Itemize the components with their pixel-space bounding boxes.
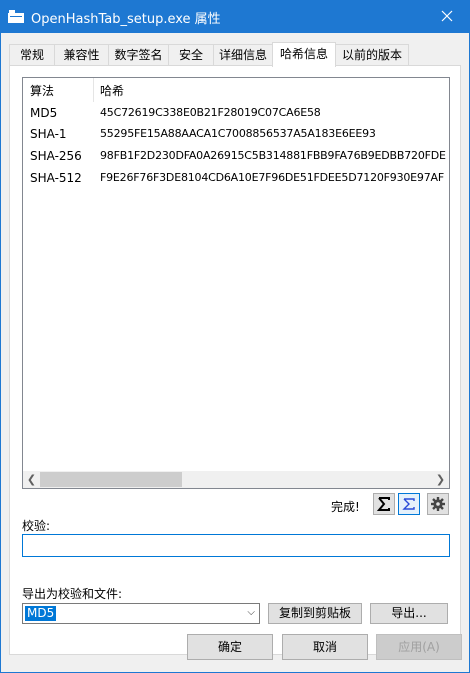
tab-compatibility[interactable]: 兼容性 [54,44,109,66]
algorithm-select-value: MD5 [25,606,57,621]
algorithm-name: MD5 [30,106,58,120]
scroll-left-icon[interactable]: ❮ [23,471,40,488]
hash-list[interactable]: 算法 哈希 MD5 45C72619C338E0B21F28019C07CA6E… [22,77,450,489]
tab-previous-versions[interactable]: 以前的版本 [335,44,409,66]
settings-button[interactable] [427,493,449,515]
cancel-button[interactable]: 取消 [282,634,368,660]
column-algorithm[interactable]: 算法 [30,82,54,99]
hash-row-sha256[interactable]: SHA-256 98FB1F2D230DFA0A26915C5B314881FB… [23,145,449,167]
hash-row-sha512[interactable]: SHA-512 F9E26F76F3DE8104CD6A10E7F96DE51F… [23,167,449,189]
window-body: 常规 兼容性 数字签名 安全 详细信息 哈希信息 以前的版本 算法 哈希 MD5… [0,33,470,673]
hash-value: 98FB1F2D230DFA0A26915C5B314881FBB9FA76B9… [100,149,446,162]
hash-row-sha1[interactable]: SHA-1 55295FE15A88AACA1C7008856537A5A183… [23,123,449,145]
title-bar[interactable]: OpenHashTab_setup.exe 属性 [0,0,470,33]
tab-security[interactable]: 安全 [168,44,214,66]
tab-general[interactable]: 常规 [9,44,55,66]
ok-button[interactable]: 确定 [187,634,273,660]
hash-value: F9E26F76F3DE8104CD6A10E7F96DE51FDEE5D712… [100,171,444,184]
verify-input[interactable] [22,534,450,557]
algorithm-select[interactable]: MD5 ⌵ [22,603,260,624]
tab-digital-signatures[interactable]: 数字签名 [108,44,169,66]
hash-value: 55295FE15A88AACA1C7008856537A5A183E6EE93 [100,127,376,140]
verify-label: 校验: [22,519,51,533]
sum-outline-icon [402,498,415,510]
apply-button[interactable]: 应用(A) [376,634,462,660]
hashes-tab-page: 算法 哈希 MD5 45C72619C338E0B21F28019C07CA6E… [9,65,461,655]
hash-button[interactable] [373,493,395,515]
scrollbar-thumb[interactable] [40,472,182,487]
chevron-down-icon[interactable]: ⌵ [247,607,255,618]
copy-to-clipboard-button[interactable]: 复制到剪贴板 [268,603,362,624]
scroll-right-icon[interactable]: ❯ [432,471,449,488]
close-button[interactable] [424,0,470,33]
app-icon [8,10,24,23]
algorithm-name: SHA-1 [30,127,67,141]
column-hash[interactable]: 哈希 [100,82,124,99]
window-title: OpenHashTab_setup.exe 属性 [31,12,221,27]
gear-icon [431,497,445,511]
status-text: 完成! [331,500,360,514]
sum-icon [376,497,390,511]
tab-details[interactable]: 详细信息 [213,44,273,66]
algorithm-name: SHA-256 [30,149,82,163]
hash-list-header: 算法 哈希 [23,78,449,102]
horizontal-scrollbar[interactable]: ❮ ❯ [23,471,449,488]
algorithm-name: SHA-512 [30,171,82,185]
hash-value: 45C72619C338E0B21F28019C07CA6E58 [100,106,321,119]
close-icon [441,10,453,22]
tab-hashes[interactable]: 哈希信息 [272,42,336,67]
hash-row-md5[interactable]: MD5 45C72619C338E0B21F28019C07CA6E58 [23,102,449,124]
export-button[interactable]: 导出... [370,603,448,624]
column-separator[interactable] [93,78,94,102]
hash-outline-button[interactable] [398,493,420,515]
export-label: 导出为校验和文件: [22,587,123,601]
